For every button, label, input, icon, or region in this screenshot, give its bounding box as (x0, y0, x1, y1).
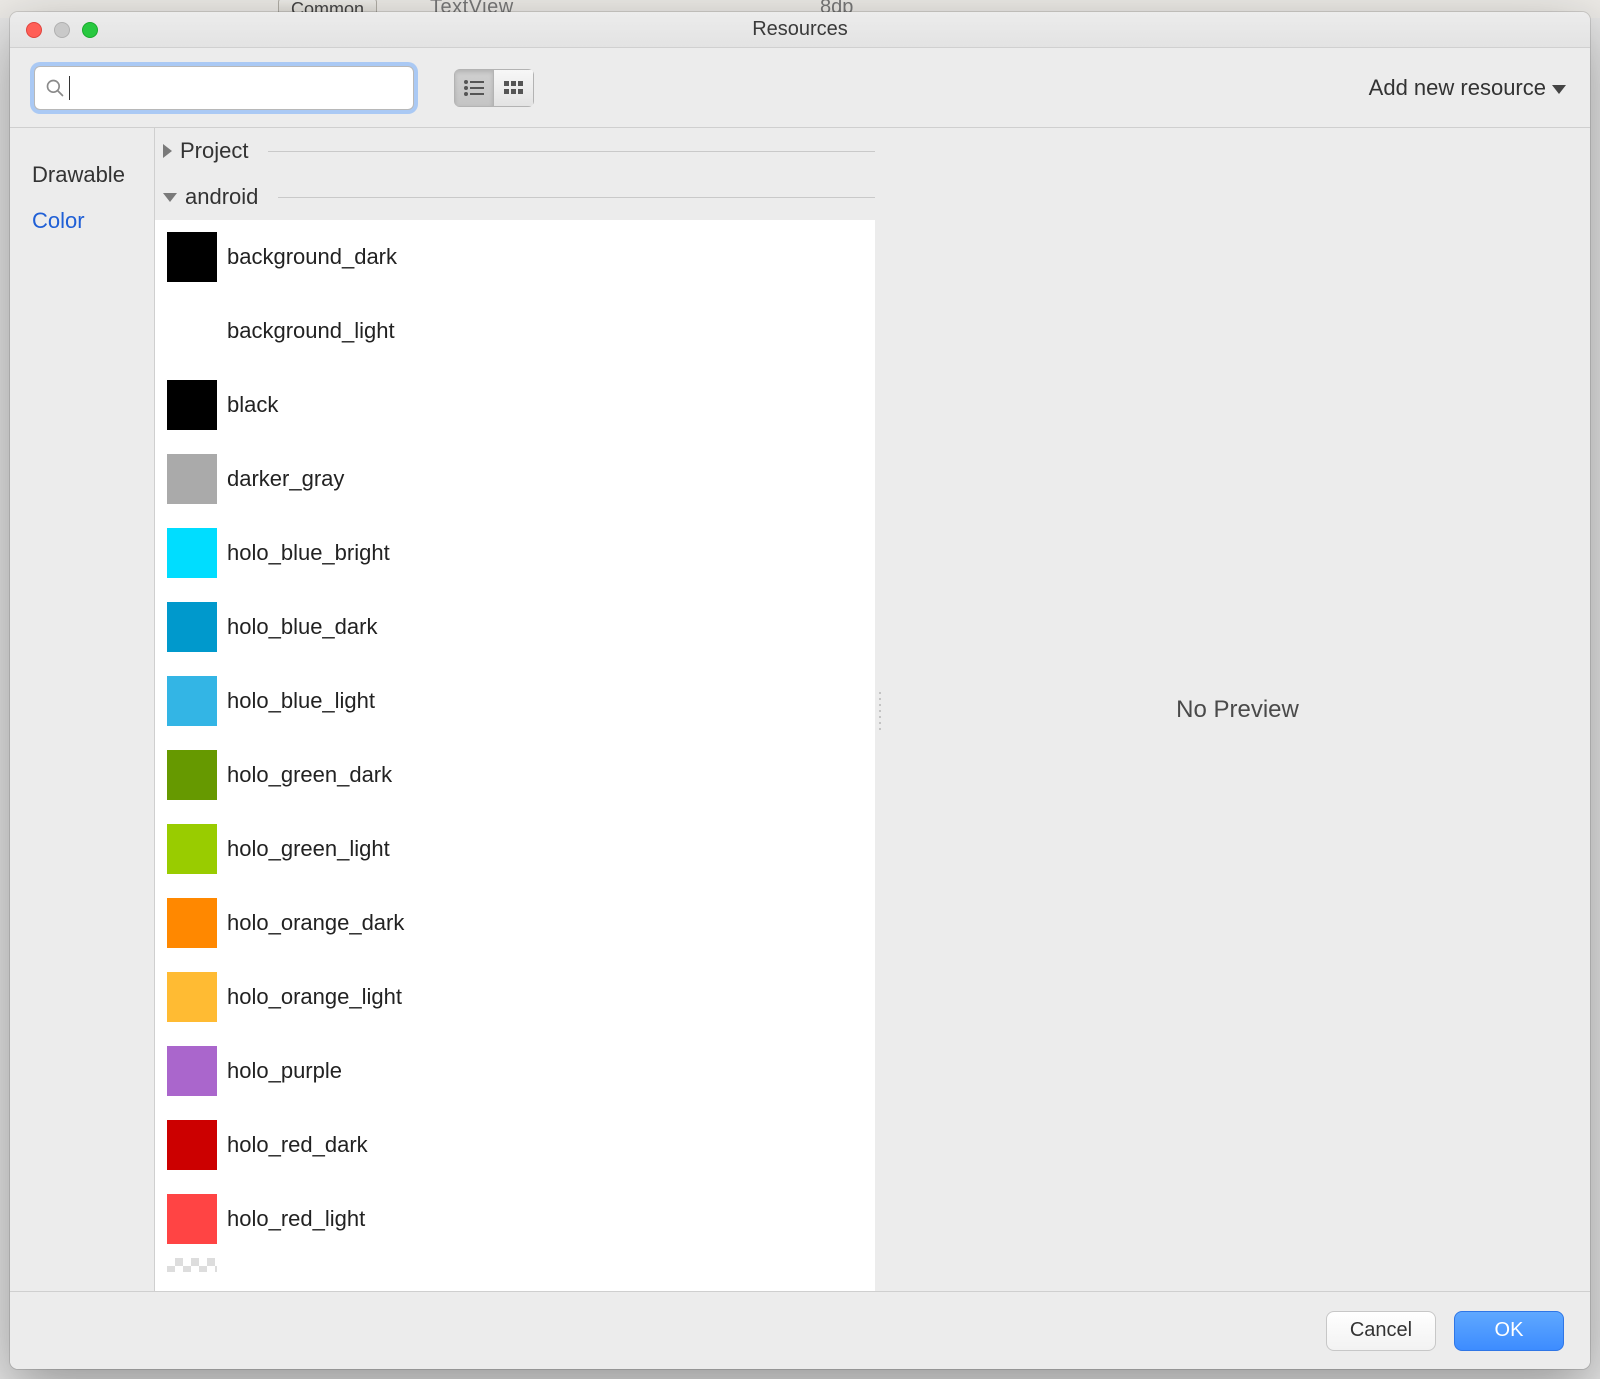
view-grid-button[interactable] (494, 69, 534, 107)
color-row[interactable]: holo_orange_light (155, 960, 875, 1034)
group-header-project[interactable]: Project (155, 128, 875, 174)
color-swatch (167, 602, 217, 652)
disclosure-down-icon (163, 193, 177, 202)
resource-type-sidebar: Drawable Color (10, 128, 155, 1291)
color-swatch (167, 824, 217, 874)
color-swatch (167, 750, 217, 800)
list-icon (464, 80, 484, 96)
view-list-button[interactable] (454, 69, 494, 107)
sidebar-item-color[interactable]: Color (10, 198, 154, 244)
color-swatch (167, 528, 217, 578)
color-name: holo_green_light (227, 836, 390, 862)
color-swatch (167, 380, 217, 430)
dialog-toolbar: Add new resource (10, 48, 1590, 128)
grip-icon (877, 690, 883, 730)
color-swatch (167, 898, 217, 948)
color-swatch (167, 1194, 217, 1244)
disclosure-right-icon (163, 144, 172, 158)
color-row[interactable]: holo_red_dark (155, 1108, 875, 1182)
search-field-wrap[interactable] (34, 66, 414, 110)
dialog-titlebar: Resources (10, 12, 1590, 48)
view-toggle-group (454, 69, 534, 107)
color-row[interactable]: holo_orange_dark (155, 886, 875, 960)
resources-dialog: Resources (10, 12, 1590, 1369)
color-name: black (227, 392, 278, 418)
cancel-button[interactable]: Cancel (1326, 1311, 1436, 1351)
color-row[interactable]: holo_blue_light (155, 664, 875, 738)
search-input[interactable] (78, 76, 403, 99)
color-name: background_light (227, 318, 395, 344)
color-row[interactable]: background_dark (155, 220, 875, 294)
color-row[interactable]: holo_purple (155, 1034, 875, 1108)
color-swatch (167, 306, 217, 356)
color-swatch (167, 1120, 217, 1170)
search-icon (45, 78, 65, 98)
color-name: holo_purple (227, 1058, 342, 1084)
color-name: holo_orange_dark (227, 910, 404, 936)
resource-list-pane: Project android background_dark backgrou… (155, 128, 875, 1291)
color-name: holo_red_light (227, 1206, 365, 1232)
color-swatch (167, 676, 217, 726)
color-row[interactable]: holo_blue_dark (155, 590, 875, 664)
ok-button[interactable]: OK (1454, 1311, 1564, 1351)
color-name: holo_green_dark (227, 762, 392, 788)
color-name: holo_blue_bright (227, 540, 390, 566)
color-row[interactable] (155, 1256, 875, 1274)
color-name: holo_red_dark (227, 1132, 368, 1158)
color-swatch (167, 972, 217, 1022)
color-row[interactable]: holo_green_dark (155, 738, 875, 812)
color-name: darker_gray (227, 466, 344, 492)
pane-splitter[interactable] (875, 128, 885, 1291)
color-swatch-transparent (167, 1258, 217, 1272)
chevron-down-icon (1552, 85, 1566, 94)
minimize-icon[interactable] (54, 22, 70, 38)
group-label: Project (180, 138, 248, 164)
add-new-resource-dropdown[interactable]: Add new resource (1369, 75, 1566, 101)
dialog-footer: Cancel OK (10, 1291, 1590, 1369)
color-list[interactable]: background_dark background_light black d… (155, 220, 875, 1291)
color-row[interactable]: darker_gray (155, 442, 875, 516)
grid-icon (504, 81, 524, 95)
close-icon[interactable] (26, 22, 42, 38)
add-new-resource-label: Add new resource (1369, 75, 1546, 101)
preview-placeholder: No Preview (1176, 696, 1299, 724)
color-name: background_dark (227, 244, 397, 270)
color-row[interactable]: background_light (155, 294, 875, 368)
zoom-icon[interactable] (82, 22, 98, 38)
text-caret (69, 76, 70, 100)
color-name: holo_blue_dark (227, 614, 377, 640)
color-swatch (167, 232, 217, 282)
color-name: holo_orange_light (227, 984, 402, 1010)
dialog-body: Drawable Color Project android backgroun… (10, 128, 1590, 1291)
group-header-android[interactable]: android (155, 174, 875, 220)
window-controls (26, 22, 98, 38)
color-row[interactable]: black (155, 368, 875, 442)
color-name: holo_blue_light (227, 688, 375, 714)
dialog-title: Resources (10, 18, 1590, 41)
color-row[interactable]: holo_green_light (155, 812, 875, 886)
sidebar-item-drawable[interactable]: Drawable (10, 152, 154, 198)
preview-pane: No Preview (885, 128, 1590, 1291)
color-row[interactable]: holo_blue_bright (155, 516, 875, 590)
color-swatch (167, 1046, 217, 1096)
group-label: android (185, 184, 258, 210)
color-row[interactable]: holo_red_light (155, 1182, 875, 1256)
color-swatch (167, 454, 217, 504)
